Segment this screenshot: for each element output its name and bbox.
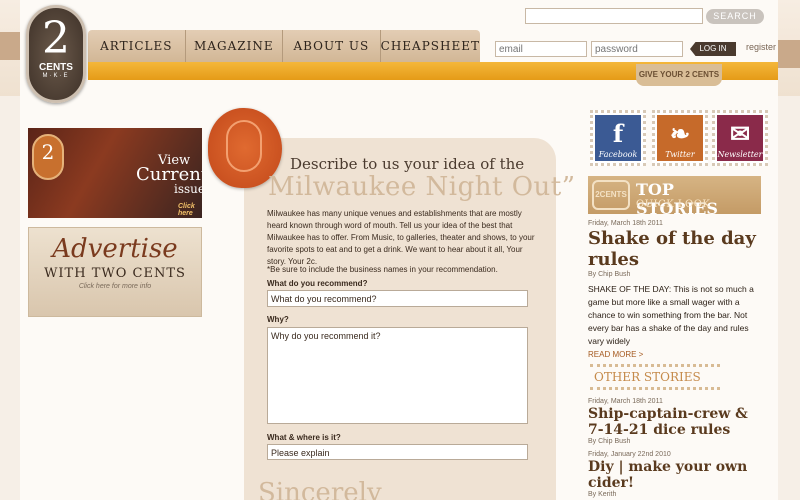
advertise-cta: Click here for more info: [78, 283, 152, 290]
top-stories-subtitle: QUICK LOOK: [636, 199, 711, 210]
password-field[interactable]: [591, 41, 683, 57]
nav-cheapsheet[interactable]: CHEAPSHEET: [381, 30, 480, 62]
two-cents-badge: 2CENTS: [592, 180, 630, 210]
newsletter-label: Newsletter: [717, 150, 763, 159]
where-field[interactable]: Please explain: [267, 444, 528, 460]
two-cents-badge-icon: 2: [32, 134, 64, 180]
twitter-stamp[interactable]: ❧ Twitter: [652, 110, 708, 166]
logo-numeral: 2: [42, 13, 70, 64]
search-input[interactable]: [525, 8, 703, 24]
newsletter-stamp[interactable]: ✉ Newsletter: [712, 110, 768, 166]
register-link[interactable]: register: [746, 42, 776, 52]
top-stories-banner: 2CENTS TOP STORIES QUICK LOOK: [588, 176, 761, 218]
form-note: *Be sure to include the business names i…: [267, 265, 498, 274]
logo-text: CENTS: [39, 62, 73, 73]
logo-subtext: M·K·E: [42, 73, 70, 79]
nav-about-us[interactable]: ABOUT US: [283, 30, 381, 62]
story1-byline: By Chip Bush: [588, 271, 631, 278]
form-intro: Milwaukee has many unique venues and est…: [267, 209, 535, 266]
facebook-bg: f Facebook: [595, 115, 641, 161]
facebook-stamp[interactable]: f Facebook: [590, 110, 646, 166]
nav-magazine[interactable]: MAGAZINE: [186, 30, 284, 62]
advertise-title: Advertise: [52, 234, 178, 264]
story2-date: Friday, March 18th 2011: [588, 398, 663, 405]
promo-issue: issue: [174, 182, 202, 196]
twitter-label: Twitter: [665, 150, 695, 159]
form-title-small: Describe to us your idea of the: [290, 155, 525, 173]
advertise-subtitle: WITH TWO CENTS: [44, 266, 186, 281]
nav-articles[interactable]: ARTICLES: [88, 30, 186, 62]
twitter-bg: ❧ Twitter: [657, 115, 703, 161]
other-stories-heading: OTHER STORIES: [590, 364, 720, 390]
bird-icon: ❧: [669, 119, 691, 148]
story3-date: Friday, January 22nd 2010: [588, 451, 671, 458]
story1-body: SHAKE OF THE DAY: This is not so much a …: [588, 284, 754, 346]
facebook-label: Facebook: [598, 150, 638, 159]
story2-byline: By Chip Bush: [588, 438, 631, 445]
search-button[interactable]: SEARCH: [706, 9, 764, 24]
why-textarea[interactable]: Why do you recommend it?: [267, 327, 528, 424]
newsletter-bg: ✉ Newsletter: [717, 115, 763, 161]
story1-date: Friday, March 18th 2011: [588, 220, 663, 227]
advertise-promo[interactable]: Advertise WITH TWO CENTS Click here for …: [28, 227, 202, 317]
login-button[interactable]: LOG IN: [690, 42, 736, 56]
envelope-icon: ✉: [729, 119, 751, 148]
badge-numeral: 2: [41, 140, 55, 164]
recommend-label: What do you recommend?: [267, 279, 368, 288]
email-field[interactable]: [495, 41, 587, 57]
site-logo[interactable]: 2 CENTS M·K·E: [26, 5, 86, 103]
give-your-2-cents-tab[interactable]: GIVE YOUR 2 CENTS: [636, 64, 722, 86]
story3-title[interactable]: Diy | make your own cider!: [588, 459, 748, 491]
where-label: What & where is it?: [267, 433, 341, 442]
main-nav: ARTICLES MAGAZINE ABOUT US CHEAPSHEET: [88, 30, 480, 62]
story2-title[interactable]: Ship-captain-crew & 7-14-21 dice rules: [588, 406, 766, 438]
form-title-big: Milwaukee Night Out”: [268, 172, 576, 202]
recommend-field[interactable]: What do you recommend?: [267, 290, 528, 307]
story3-byline: By Kerith: [588, 491, 617, 498]
read-more-link[interactable]: READ MORE >: [588, 350, 643, 359]
why-label: Why?: [267, 315, 289, 324]
current-issue-promo[interactable]: 2 View Current issue Click here: [28, 128, 202, 218]
story1-title[interactable]: Shake of the day rules: [588, 228, 763, 270]
facebook-icon: f: [612, 119, 624, 148]
promo-click-here: Click here: [178, 203, 195, 217]
closing-heading: Sincerely: [258, 478, 382, 500]
